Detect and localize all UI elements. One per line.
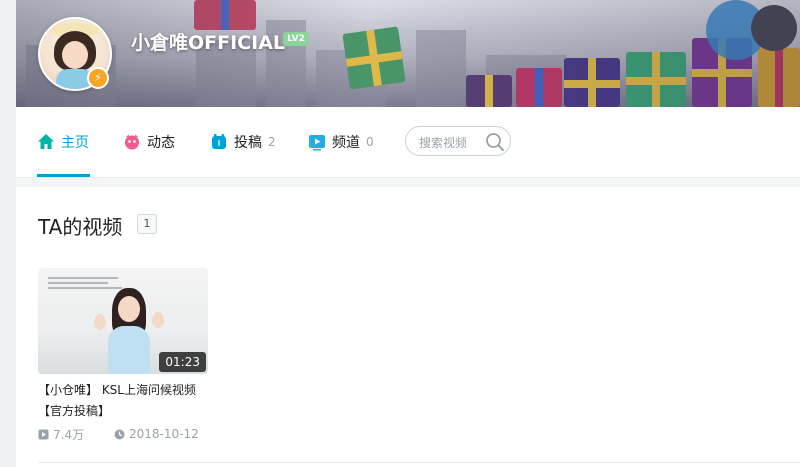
level-badge: LV2 bbox=[283, 32, 309, 46]
profile-nav: 主页 动态 投稿 2 频道 0 搜索视频 bbox=[16, 107, 800, 178]
tab-label: 主页 bbox=[61, 135, 89, 151]
tab-channel[interactable]: 频道 0 bbox=[308, 107, 374, 177]
active-tab-indicator bbox=[37, 174, 90, 177]
section-title: TA的视频 bbox=[38, 215, 123, 239]
lightning-icon: ⚡ bbox=[87, 67, 109, 89]
tab-count: 0 bbox=[366, 135, 374, 149]
search-input[interactable] bbox=[417, 133, 487, 153]
video-search-box[interactable] bbox=[405, 126, 511, 156]
page: ⚡ 小倉唯OFFICIAL LV2 主页 动态 投稿 2 频道 0 搜索视频 T… bbox=[0, 0, 800, 467]
play-icon bbox=[38, 429, 49, 440]
tab-count: 2 bbox=[268, 135, 276, 149]
video-views: 7.4万 bbox=[38, 426, 84, 442]
tab-label: 频道 bbox=[332, 135, 360, 151]
section-count-badge: 1 bbox=[137, 214, 157, 234]
video-thumbnail[interactable]: 01:23 bbox=[38, 268, 208, 374]
clock-icon bbox=[114, 429, 125, 440]
channel-icon bbox=[308, 133, 326, 151]
video-date: 2018-10-12 bbox=[114, 426, 199, 442]
left-gutter bbox=[0, 0, 16, 467]
tab-home[interactable]: 主页 bbox=[37, 107, 89, 177]
profile-username: 小倉唯OFFICIAL bbox=[131, 32, 286, 54]
tab-upload[interactable]: 投稿 2 bbox=[210, 107, 276, 177]
videos-section: TA的视频 1 01:23 【小仓唯】 KSL上海问候视频【官方投稿】 7.4万… bbox=[16, 187, 800, 467]
video-title[interactable]: 【小仓唯】 KSL上海问候视频【官方投稿】 bbox=[38, 380, 210, 422]
thumbnail-caption-lines bbox=[48, 277, 128, 292]
tab-label: 动态 bbox=[147, 135, 175, 151]
divider bbox=[38, 462, 800, 463]
home-icon bbox=[37, 133, 55, 151]
video-duration: 01:23 bbox=[159, 352, 206, 372]
upload-date: 2018-10-12 bbox=[129, 427, 199, 441]
video-card[interactable]: 01:23 【小仓唯】 KSL上海问候视频【官方投稿】 7.4万 2018-10… bbox=[38, 268, 208, 448]
tab-dynamic[interactable]: 动态 bbox=[123, 107, 175, 177]
search-icon[interactable] bbox=[485, 132, 505, 152]
upload-icon bbox=[210, 133, 228, 151]
tab-label: 投稿 bbox=[234, 135, 262, 151]
dynamic-icon bbox=[123, 133, 141, 151]
view-count: 7.4万 bbox=[53, 427, 85, 442]
